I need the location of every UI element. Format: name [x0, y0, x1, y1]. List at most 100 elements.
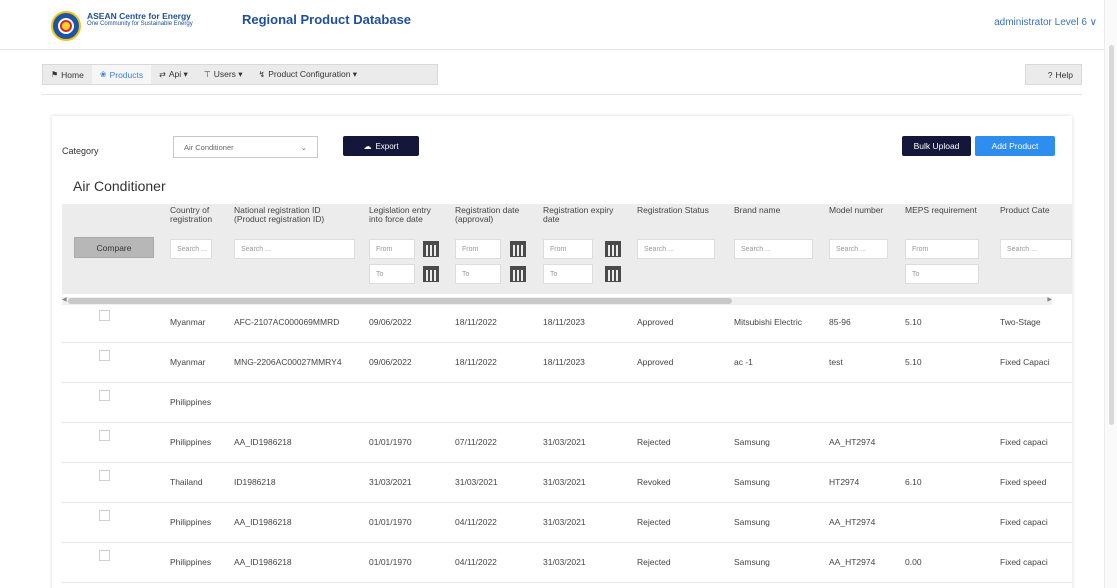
export-label: Export [375, 141, 399, 151]
search-status-input[interactable]: Search ... [637, 239, 715, 259]
calendar-icon[interactable] [423, 241, 439, 257]
page-scrollbar[interactable] [1104, 0, 1117, 588]
cell-registration-id: AA_ID1986218 [234, 437, 292, 447]
cell-meps: 0.00 [905, 557, 922, 567]
column-header-country[interactable]: Country of registration [170, 206, 220, 223]
bulk-upload-button[interactable]: Bulk Upload [902, 136, 971, 156]
cell-registration-id: AA_ID1986218 [234, 517, 292, 527]
search-brand-input[interactable]: Search ... [734, 239, 813, 259]
meps-from-input[interactable]: From [905, 239, 979, 259]
table-row[interactable]: Philippines AA_ID1986218 01/01/1970 07/1… [62, 423, 1072, 463]
cell-product-category: Fixed capaci [1000, 517, 1048, 527]
compare-button[interactable]: Compare [74, 237, 154, 258]
cell-registration-date: 31/03/2021 [455, 477, 498, 487]
nav-home[interactable]: ⚑ Home [43, 65, 92, 84]
search-model-input[interactable]: Search ... [829, 239, 888, 259]
row-checkbox[interactable] [99, 430, 110, 441]
expiry-date-to-input[interactable]: To [543, 264, 593, 284]
row-checkbox[interactable] [99, 350, 110, 361]
org-tagline: One Community for Sustainable Energy [87, 21, 193, 27]
help-label: Help [1055, 69, 1073, 80]
column-header-meps-requirement[interactable]: MEPS requirement [905, 206, 990, 215]
add-product-button[interactable]: Add Product [975, 136, 1055, 156]
table-row[interactable]: Philippines AA_ID1986218 01/01/1970 04/1… [62, 543, 1072, 583]
category-select-value: Air Conditioner [184, 142, 234, 152]
cell-brand: Samsung [734, 477, 770, 487]
cell-status: Revoked [637, 477, 671, 487]
row-checkbox[interactable] [99, 470, 110, 481]
cell-legislation-date: 01/01/1970 [369, 517, 412, 527]
cell-brand: Samsung [734, 437, 770, 447]
calendar-icon[interactable] [510, 241, 526, 257]
scroll-left-icon[interactable]: ◀ [62, 296, 67, 303]
user-menu[interactable]: administrator Level 6 ∨ [994, 17, 1097, 28]
products-card: Category Air Conditioner ⌄ ☁ Export Bulk… [52, 116, 1072, 588]
column-header-model-number[interactable]: Model number [829, 206, 889, 215]
cell-status: Rejected [637, 557, 671, 567]
cell-expiry-date: 31/03/2021 [543, 437, 586, 447]
cell-brand: ac -1 [734, 357, 753, 367]
cell-brand: Samsung [734, 517, 770, 527]
column-header-product-category[interactable]: Product Cate [1000, 206, 1072, 215]
search-product-category-input[interactable]: Search ... [1000, 239, 1072, 259]
help-icon: ? [1047, 69, 1053, 80]
registration-date-to-input[interactable]: To [455, 264, 501, 284]
expiry-date-from-input[interactable]: From [543, 239, 593, 259]
cell-legislation-date: 01/01/1970 [369, 437, 412, 447]
cell-registration-date: 18/11/2022 [455, 317, 497, 327]
nav-users-label: Users ▾ [213, 69, 243, 79]
help-button[interactable]: ? Help [1025, 64, 1082, 85]
calendar-icon[interactable] [510, 266, 526, 282]
nav-home-label: Home [61, 69, 84, 80]
cell-country: Thailand [170, 477, 203, 487]
row-checkbox[interactable] [99, 550, 110, 561]
cell-brand: Samsung [734, 557, 770, 567]
category-select[interactable]: Air Conditioner ⌄ [173, 136, 318, 158]
calendar-icon[interactable] [423, 266, 439, 282]
column-header-registration-date[interactable]: Registration date (approval) [455, 206, 535, 223]
cell-status: Approved [637, 357, 674, 367]
row-checkbox[interactable] [99, 310, 110, 321]
scroll-right-icon[interactable]: ▶ [1047, 296, 1052, 303]
cell-status: Rejected [637, 517, 671, 527]
cell-registration-date: 04/11/2022 [455, 517, 497, 527]
calendar-icon[interactable] [605, 266, 621, 282]
cell-expiry-date: 31/03/2021 [543, 557, 586, 567]
search-registration-id-input[interactable]: Search ... [234, 239, 355, 259]
table-row[interactable]: Philippines [62, 383, 1072, 423]
column-header-legislation-entry-date[interactable]: Legislation entry into force date [369, 206, 441, 223]
cell-registration-id: AFC-2107AC000069MMRD [234, 317, 340, 327]
chevron-down-icon: ⌄ [300, 142, 307, 152]
nav-users[interactable]: ⊤ Users ▾ [196, 65, 251, 84]
registration-date-from-input[interactable]: From [455, 239, 501, 259]
column-header-registration-expiry-date[interactable]: Registration expiry date [543, 206, 625, 223]
main-nav: ⚑ Home ❀ Products ⇄ Api ▾ ⊤ Users ▾ ↯ Product… [42, 64, 438, 85]
cell-expiry-date: 18/11/2023 [543, 317, 585, 327]
table-row[interactable]: Thailand ID1986218 31/03/2021 31/03/2021… [62, 463, 1072, 503]
cell-meps: 6.10 [905, 477, 922, 487]
api-icon: ⇄ [159, 70, 166, 79]
cell-country: Myanmar [170, 357, 206, 367]
asean-centre-logo[interactable] [51, 11, 81, 41]
nav-products[interactable]: ❀ Products [91, 65, 152, 84]
column-header-national-registration-id[interactable]: National registration ID (Product regist… [234, 206, 334, 223]
column-header-brand-name[interactable]: Brand name [734, 206, 794, 215]
cell-registration-id: AA_ID1986218 [234, 557, 292, 567]
page-scrollbar-thumb[interactable] [1109, 45, 1114, 425]
table-row[interactable]: Philippines AA_ID1986218 01/01/1970 04/1… [62, 503, 1072, 543]
nav-product-configuration[interactable]: ↯ Product Configuration ▾ [251, 65, 366, 84]
row-checkbox[interactable] [99, 390, 110, 401]
table-row[interactable]: Myanmar MNG-2206AC00027MMRY4 09/06/2022 … [62, 343, 1072, 383]
calendar-icon[interactable] [605, 241, 621, 257]
table-row[interactable]: Myanmar AFC-2107AC000069MMRD 09/06/2022 … [62, 303, 1072, 343]
nav-api[interactable]: ⇄ Api ▾ [151, 65, 196, 84]
export-button[interactable]: ☁ Export [343, 136, 419, 156]
cell-product-category: Two-Stage [1000, 317, 1041, 327]
meps-to-input[interactable]: To [905, 264, 979, 284]
row-checkbox[interactable] [99, 510, 110, 521]
column-header-registration-status[interactable]: Registration Status [637, 206, 727, 215]
legislation-from-input[interactable]: From [369, 239, 415, 259]
search-country-input[interactable]: Search ... [170, 239, 212, 259]
legislation-to-input[interactable]: To [369, 264, 415, 284]
cell-model: 85-96 [829, 317, 851, 327]
